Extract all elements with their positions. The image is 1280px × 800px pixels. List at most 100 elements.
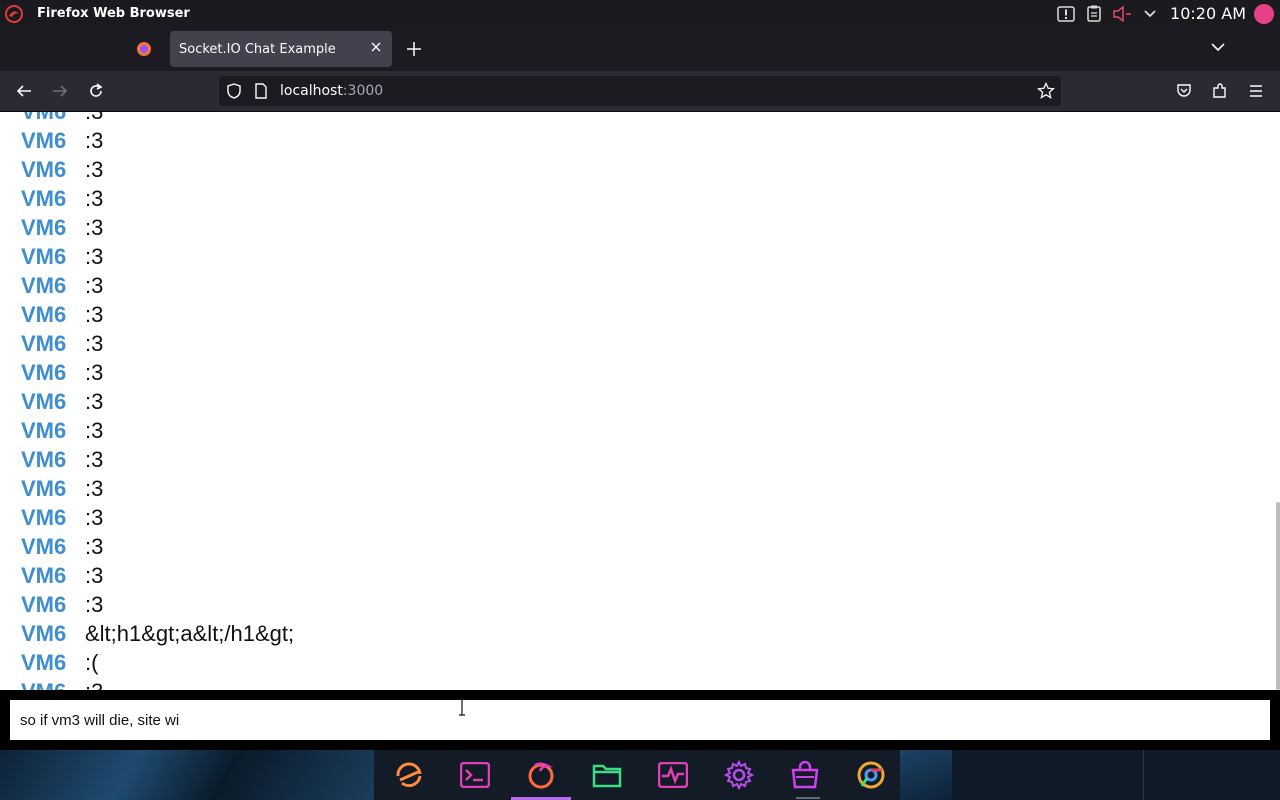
message-username: VM6 <box>21 504 67 530</box>
message-username: VM6 <box>21 649 67 675</box>
chrome-icon[interactable] <box>855 759 887 791</box>
forward-icon[interactable] <box>50 81 70 101</box>
chat-message: VM6:3 <box>0 329 1270 358</box>
tab-socketio-chat[interactable]: Socket.IO Chat Example <box>170 31 392 67</box>
message-text: :3 <box>85 679 103 691</box>
message-username: VM6 <box>21 446 67 472</box>
message-username: VM6 <box>21 591 67 617</box>
chat-message: VM6:3 <box>0 112 1270 126</box>
alert-icon[interactable] <box>1052 0 1080 27</box>
message-text: &lt;h1&gt;a&lt;/h1&gt; <box>85 620 295 646</box>
message-text: :3 <box>85 185 104 211</box>
firefox-icon[interactable] <box>525 759 557 791</box>
message-text: :3 <box>85 272 104 298</box>
page-scrollbar[interactable] <box>1276 502 1280 690</box>
files-icon[interactable] <box>591 759 623 791</box>
terminal-icon[interactable] <box>459 759 491 791</box>
back-icon[interactable] <box>14 81 34 101</box>
system-monitor-icon[interactable] <box>657 759 689 791</box>
chat-message: VM6 &lt;h1&gt;a&lt;/h1&gt; <box>0 619 1270 648</box>
message-text: :3 <box>85 214 104 240</box>
message-text: :3 <box>85 446 104 472</box>
tracking-protection-shield-icon[interactable] <box>226 83 242 104</box>
kali-dragon-icon[interactable] <box>1 1 27 27</box>
message-text: :3 <box>85 417 104 443</box>
new-tab-icon[interactable] <box>402 37 426 61</box>
message-username: VM6 <box>21 359 67 385</box>
list-all-tabs-icon[interactable] <box>1210 39 1230 59</box>
message-text: :3 <box>85 591 104 617</box>
message-text: :3 <box>85 475 104 501</box>
clipboard-icon[interactable] <box>1080 0 1108 27</box>
message-username: VM6 <box>21 112 85 125</box>
message-username: VM6 <box>21 388 67 414</box>
message-username: VM6 <box>21 533 67 559</box>
wallpaper-left <box>0 750 374 800</box>
bookmark-star-icon[interactable] <box>1037 81 1055 105</box>
message-text: :( <box>85 649 99 675</box>
dock-strip <box>374 750 900 800</box>
message-input[interactable] <box>10 700 1270 740</box>
chat-message: VM6 :3 <box>0 184 1270 213</box>
user-avatar[interactable] <box>1254 3 1274 24</box>
message-text: :3 <box>85 388 104 414</box>
chat-message: VM6:3 <box>0 677 1270 691</box>
active-window-title[interactable]: Firefox Web Browser <box>37 6 190 21</box>
chat-message: VM6 :( <box>0 648 1270 677</box>
message-username: VM6 <box>21 330 67 356</box>
chat-message: VM6 :3 <box>0 503 1270 532</box>
tab-title: Socket.IO Chat Example <box>179 41 336 57</box>
message-username: VM6 <box>21 272 67 298</box>
wallpaper-right <box>900 750 952 800</box>
pocket-icon[interactable] <box>1174 81 1194 101</box>
message-text: :3 <box>85 243 104 269</box>
chat-message: VM6 :3 <box>0 445 1270 474</box>
message-text: :3 <box>85 301 104 327</box>
message-username: VM6 <box>21 417 67 443</box>
dock-separator <box>1143 750 1144 800</box>
message-username: VM6 <box>21 301 67 327</box>
chat-message: VM6:3 <box>0 155 1270 184</box>
volume-muted-icon[interactable] <box>1108 0 1136 27</box>
messages-list: VM6:3 VM6:3 VM6:3 VM6:3 VM6:3 VM6:3 VM6:3 VM6:3… <box>0 112 1270 690</box>
settings-icon[interactable] <box>723 759 755 791</box>
message-text: :3 <box>85 504 104 530</box>
text-cursor-icon <box>458 698 466 716</box>
message-username: VM6 <box>21 475 67 501</box>
chat-message: VM6 :3 <box>0 561 1270 590</box>
firefox-view-icon[interactable] <box>136 41 152 57</box>
chat-message: VM6 :3 <box>0 416 1270 445</box>
chat-message: VM6 :3 <box>0 474 1270 503</box>
chat-message: VM6 :3 <box>0 126 1270 155</box>
navigation-toolbar: localhost:3000 <box>0 71 1280 112</box>
chat-message: VM6 :3 <box>0 590 1270 619</box>
chat-form <box>0 690 1280 750</box>
kali-launcher-icon[interactable] <box>393 759 425 791</box>
message-text: :3 <box>85 127 104 153</box>
reload-icon[interactable] <box>86 81 106 101</box>
message-username: VM6 <box>21 127 67 153</box>
hamburger-menu-icon[interactable] <box>1246 81 1266 101</box>
url-port: :3000 <box>342 83 384 99</box>
message-username: VM6 <box>21 156 67 182</box>
message-username: VM6 <box>21 562 67 588</box>
message-username: VM6 <box>21 620 67 646</box>
os-top-panel: Firefox Web Browser 10:20 AM <box>0 0 1280 27</box>
chevron-down-icon[interactable] <box>1136 0 1164 27</box>
clock[interactable]: 10:20 AM <box>1170 4 1246 23</box>
url-bar[interactable]: localhost:3000 <box>219 76 1061 106</box>
message-username: VM6 <box>21 679 85 691</box>
running-indicator <box>796 797 820 799</box>
message-username: VM6 <box>21 185 67 211</box>
message-text: :3 <box>85 359 104 385</box>
close-tab-icon[interactable] <box>368 41 384 57</box>
extensions-icon[interactable] <box>1210 81 1230 101</box>
page-info-icon[interactable] <box>254 83 268 104</box>
message-text: :3 <box>85 112 103 125</box>
url-host: localhost <box>280 83 343 99</box>
chat-message: VM6 :3 <box>0 358 1270 387</box>
software-store-icon[interactable] <box>789 759 821 791</box>
message-text: :3 <box>85 562 104 588</box>
tab-bar: Socket.IO Chat Example <box>0 27 1280 71</box>
chat-message: VM6:3 <box>0 213 1270 242</box>
